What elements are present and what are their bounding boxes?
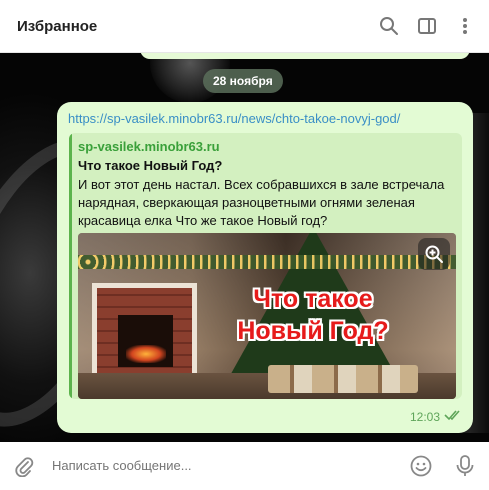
sidebar-toggle-icon[interactable] <box>415 14 439 38</box>
zoom-in-icon[interactable] <box>418 238 450 270</box>
link-preview[interactable]: sp-vasilek.minobr63.ru Что такое Новый Г… <box>69 133 462 399</box>
image-garland <box>78 255 456 269</box>
more-vertical-icon[interactable] <box>453 14 477 38</box>
preview-accent-bar <box>69 133 72 399</box>
previous-message-edge <box>140 53 470 59</box>
chat-area[interactable]: 28 ноября https://sp-vasilek.minobr63.ru… <box>0 53 489 442</box>
double-check-icon <box>444 409 462 424</box>
date-separator: 28 ноября <box>203 69 283 93</box>
message-composer <box>0 442 489 490</box>
emoji-icon[interactable] <box>409 454 433 483</box>
attach-icon[interactable] <box>13 455 35 482</box>
image-fire <box>126 345 166 363</box>
image-text-line2: Новый Год? <box>237 317 389 345</box>
message-input[interactable] <box>52 458 372 473</box>
preview-description: И вот этот день настал. Всех собравшихся… <box>78 177 445 228</box>
chat-title: Избранное <box>17 17 98 35</box>
message-time: 12:03 <box>409 409 440 424</box>
preview-title: Что такое Новый Год? <box>78 158 223 173</box>
image-overlay-text: Что такое Новый Год? <box>178 283 448 347</box>
chat-header: Избранное <box>0 0 489 53</box>
message-bubble[interactable]: https://sp-vasilek.minobr63.ru/news/chto… <box>57 102 473 433</box>
microphone-icon[interactable] <box>454 454 476 483</box>
message-link[interactable]: https://sp-vasilek.minobr63.ru/news/chto… <box>68 111 400 126</box>
image-gifts <box>268 365 418 393</box>
search-icon[interactable] <box>377 14 401 38</box>
preview-image[interactable]: Что такое Новый Год? <box>78 233 456 399</box>
message-meta: 12:03 <box>410 409 462 424</box>
preview-site-name: sp-vasilek.minobr63.ru <box>78 139 220 154</box>
image-text-line1: Что такое <box>253 285 373 313</box>
header-actions <box>377 14 477 38</box>
